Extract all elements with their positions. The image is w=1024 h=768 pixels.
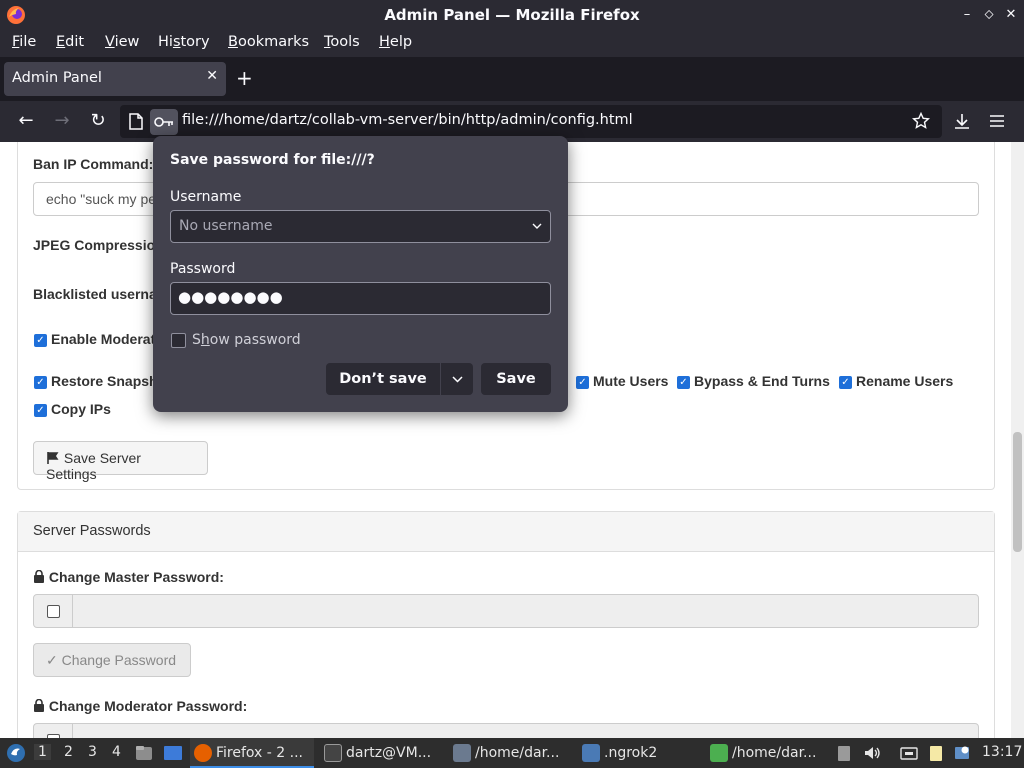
save-button[interactable]: Save [481,363,551,395]
tab-strip: Admin Panel ✕ + [0,57,1024,101]
copy-ips-label: Copy IPs [51,401,111,417]
ban-ip-label: Ban IP Command: [33,156,154,172]
tab-admin-panel[interactable]: Admin Panel ✕ [4,62,226,96]
menu-history[interactable]: History [158,34,210,50]
network-icon[interactable] [900,744,918,762]
menu-tools[interactable]: Tools [324,34,360,50]
lock-icon [34,569,44,583]
forward-button[interactable]: → [50,109,74,133]
blacklisted-usernames-label: Blacklisted userna [33,286,157,302]
popup-title: Save password for file:///? [170,152,375,168]
notes-icon[interactable] [927,744,945,762]
menu-help[interactable]: Help [379,34,412,50]
new-tab-button[interactable]: + [236,67,253,89]
restore-snapshot-checkbox[interactable]: ✓ [34,376,47,389]
dont-save-button[interactable]: Don’t save [326,363,440,395]
restore-snapshot-label: Restore Snapsh [51,373,158,389]
window-titlebar: Admin Panel — Mozilla Firefox – ⬦ ✕ [0,0,1024,30]
change-moderator-password-label: Change Moderator Password: [33,698,247,714]
downloads-icon[interactable] [953,112,971,130]
scrollbar-thumb[interactable] [1013,432,1022,552]
moderator-password-group [33,723,979,738]
hamburger-menu-icon[interactable] [989,113,1005,129]
workspace-1[interactable]: 1 [34,744,51,760]
updates-icon[interactable] [953,744,971,762]
server-passwords-heading: Server Passwords [18,512,994,552]
rename-users-label: Rename Users [856,373,954,389]
clipboard-icon[interactable] [835,744,853,762]
username-select[interactable]: No username [170,210,551,243]
page-icon[interactable] [129,113,143,130]
task-firefox[interactable]: Firefox - 2 ... [190,738,314,768]
bypass-end-turns-checkbox[interactable]: ✓ [677,376,690,389]
url-text[interactable]: file:///home/dartz/collab-vm-server/bin/… [182,112,633,128]
save-password-popup: Save password for file:///? Username No … [153,136,568,412]
page-scrollbar[interactable] [1011,142,1024,738]
menu-view[interactable]: View [105,34,139,50]
change-master-password-label: Change Master Password: [33,569,224,585]
menu-file[interactable]: File [12,34,36,50]
volume-icon[interactable] [863,744,881,762]
server-passwords-panel: Server Passwords Change Master Password:… [17,511,995,738]
master-password-checkbox[interactable] [33,594,73,628]
mute-users-checkbox[interactable]: ✓ [576,376,589,389]
window-title: Admin Panel — Mozilla Firefox [384,6,640,24]
master-password-group [33,594,979,628]
close-icon[interactable]: ✕ [1002,6,1020,24]
master-password-input[interactable] [72,594,979,628]
copy-ips-checkbox[interactable]: ✓ [34,404,47,417]
chevron-down-icon [532,223,542,229]
taskbar: 1 2 3 4 Firefox - 2 ... dartz@VM... /hom… [0,738,1024,768]
workspace-3[interactable]: 3 [88,744,97,760]
chevron-down-icon [451,376,463,383]
show-password-label[interactable]: Show password [192,332,301,348]
show-password-checkbox[interactable] [171,333,186,348]
lock-icon [34,698,44,712]
task-editor[interactable]: /home/dar... [449,738,571,768]
reload-button[interactable]: ↻ [86,109,110,133]
enable-moderator-label: Enable Moderat [51,331,156,347]
check-icon: ✓ [46,652,58,668]
url-bar[interactable]: file:///home/dartz/collab-vm-server/bin/… [120,105,942,138]
workspace-2[interactable]: 2 [64,744,73,760]
moderator-password-input[interactable] [72,723,979,738]
bypass-end-turns-label: Bypass & End Turns [694,373,830,389]
tab-title: Admin Panel [12,70,102,86]
rename-users-checkbox[interactable]: ✓ [839,376,852,389]
task-terminal[interactable]: dartz@VM... [320,738,440,768]
show-desktop-icon[interactable] [163,744,183,762]
start-menu-icon[interactable] [6,743,26,763]
back-button[interactable]: ← [14,109,38,133]
save-flag-icon [47,452,59,464]
bookmark-star-icon[interactable] [912,112,930,130]
tab-close-icon[interactable]: ✕ [206,68,218,84]
dont-save-dropdown[interactable] [441,363,473,395]
password-label: Password [170,261,236,277]
clock: 13:17 [982,744,1023,760]
username-label: Username [170,189,242,205]
menu-edit[interactable]: Edit [56,34,84,50]
maximize-icon[interactable]: ⬦ [980,6,998,24]
minimize-icon[interactable]: – [958,6,976,24]
password-field[interactable]: ●●●●●●●● [170,282,551,315]
task-ngrok-folder[interactable]: .ngrok2 [578,738,698,768]
enable-moderator-checkbox[interactable]: ✓ [34,334,47,347]
task-archive[interactable]: /home/dar... [706,738,826,768]
mute-users-label: Mute Users [593,373,669,389]
password-key-icon[interactable] [150,109,178,135]
file-manager-icon[interactable] [135,744,153,762]
change-password-button[interactable]: ✓ Change Password [33,643,191,677]
menubar: File Edit View History Bookmarks Tools H… [0,30,1024,57]
save-server-settings-button[interactable]: Save Server Settings [33,441,208,482]
moderator-password-checkbox[interactable] [33,723,73,738]
jpeg-compression-label: JPEG Compressio [33,237,156,253]
menu-bookmarks[interactable]: Bookmarks [228,34,309,50]
workspace-4[interactable]: 4 [112,744,121,760]
